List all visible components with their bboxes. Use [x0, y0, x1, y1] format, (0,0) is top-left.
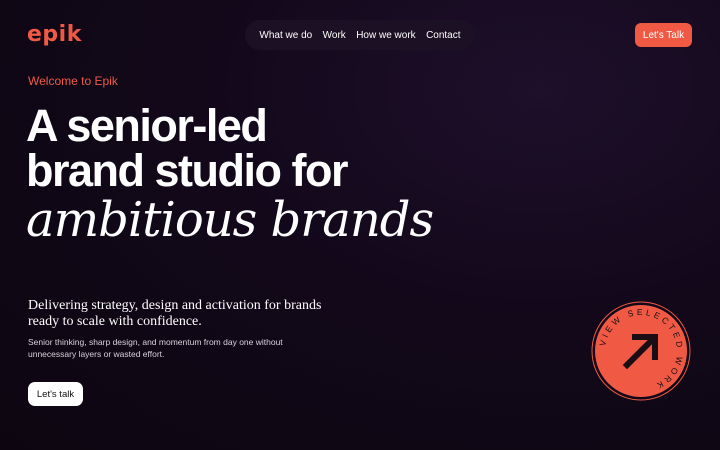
hero-eyebrow: Welcome to Epik — [28, 74, 118, 88]
headline-line-2: brand studio for — [26, 145, 348, 196]
hero-subhead: Delivering strategy, design and activati… — [28, 298, 322, 329]
headline-line-3: ambitious brands — [26, 192, 434, 248]
hero-body-text: Senior thinking, sharp design, and momen… — [28, 337, 283, 359]
hero-headline: A senior-led brand studio for ambitious … — [26, 100, 434, 248]
main-nav: What we do Work How we work Contact — [245, 20, 475, 50]
view-selected-work-badge[interactable]: VIEW SELECTED WORK — [591, 301, 691, 401]
headline-line-1: A senior-led — [26, 100, 268, 151]
badge-graphic: VIEW SELECTED WORK — [591, 301, 691, 401]
nav-item-work[interactable]: Work — [323, 30, 346, 41]
lets-talk-hero-button[interactable]: Let's talk — [28, 382, 83, 406]
nav-item-how-we-work[interactable]: How we work — [356, 30, 415, 41]
nav-item-what-we-do[interactable]: What we do — [259, 30, 312, 41]
logo[interactable]: epik — [27, 21, 82, 49]
lets-talk-header-button[interactable]: Let's Talk — [635, 23, 692, 47]
nav-item-contact[interactable]: Contact — [426, 30, 460, 41]
